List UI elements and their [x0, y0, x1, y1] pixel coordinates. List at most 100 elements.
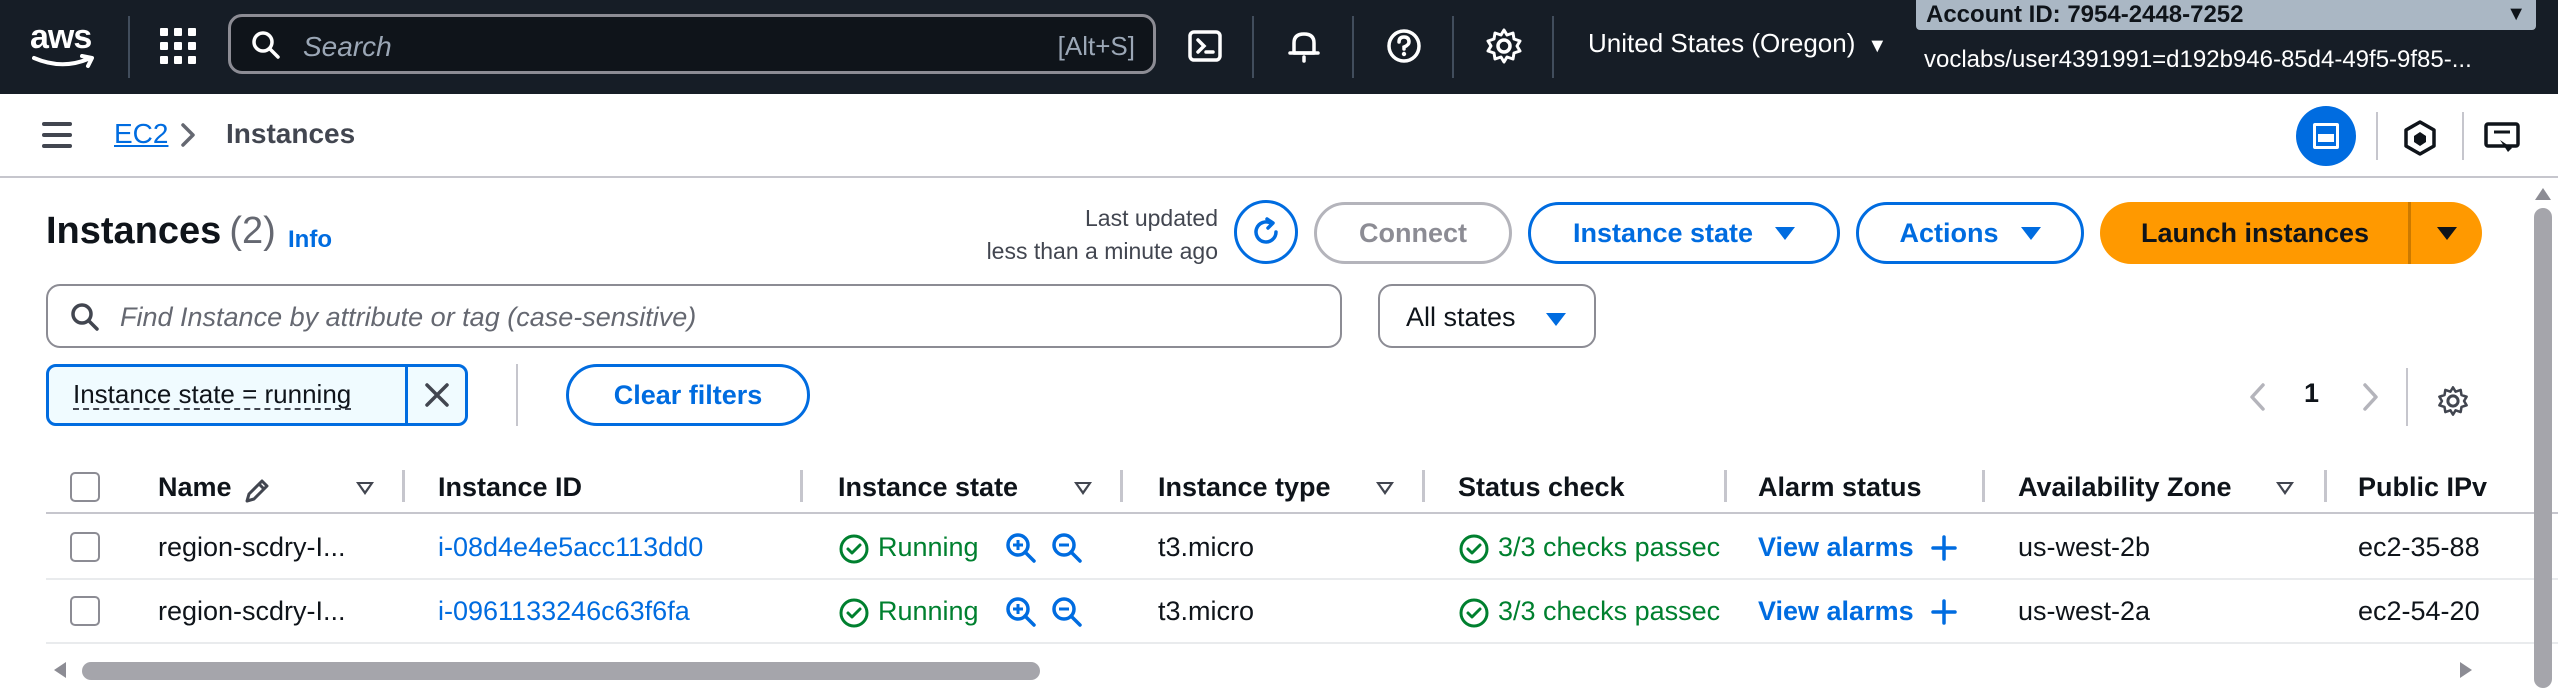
clear-filters-button[interactable]: Clear filters [566, 364, 810, 426]
cell-instance-id[interactable]: i-0961133246c63f6fa [438, 596, 690, 627]
select-all-checkbox[interactable] [70, 472, 100, 502]
edit-icon [245, 479, 269, 503]
column-resizer[interactable] [402, 470, 405, 502]
global-search-input[interactable]: Search [Alt+S] [228, 14, 1156, 74]
menu-icon[interactable] [42, 122, 72, 148]
check-circle-icon [1459, 534, 1489, 564]
launch-label: Launch instances [2140, 217, 2370, 248]
column-header-instance-type[interactable]: Instance type [1158, 472, 1331, 503]
table-row[interactable]: region-scdry-I... i-08d4e4e5acc113dd0 Ru… [46, 516, 2558, 580]
state-select[interactable]: All states [1378, 284, 1596, 348]
horizontal-scrollbar[interactable] [82, 662, 1040, 680]
row-checkbox[interactable] [70, 532, 100, 562]
page-title: Instances (2) [46, 210, 276, 253]
zoom-in-icon[interactable] [1004, 595, 1038, 629]
scroll-right-arrow[interactable] [2460, 662, 2472, 678]
filter-token-label[interactable]: Instance state = running [73, 380, 352, 410]
help-icon[interactable] [1384, 26, 1424, 66]
feedback-icon[interactable] [2482, 118, 2522, 158]
column-resizer[interactable] [1120, 470, 1123, 502]
split-panel-button[interactable] [2296, 106, 2356, 166]
table-header: Name Instance ID Instance state Instance… [46, 464, 2558, 514]
column-header-public-ip[interactable]: Public IPv [2358, 472, 2528, 503]
cell-status-check: 3/3 checks passec [1498, 532, 1720, 562]
vertical-scrollbar[interactable] [2534, 208, 2552, 688]
cell-name: region-scdry-I... [158, 532, 346, 562]
cell-availability-zone: us-west-2b [2018, 532, 2151, 562]
connect-button[interactable]: Connect [1314, 202, 1512, 264]
sort-icon[interactable] [1376, 482, 1394, 495]
column-resizer[interactable] [1422, 470, 1425, 502]
table-settings-icon[interactable] [2436, 384, 2470, 418]
column-header-name[interactable]: Name [158, 472, 232, 503]
info-link[interactable]: Info [288, 226, 332, 254]
refresh-button[interactable] [1234, 200, 1298, 264]
gear-icon[interactable] [1484, 26, 1524, 66]
plus-icon[interactable] [1930, 598, 1958, 626]
table-row[interactable]: region-scdry-I... i-0961133246c63f6fa Ru… [46, 580, 2558, 644]
actions-label: Actions [1899, 217, 1999, 248]
column-resizer[interactable] [1724, 470, 1727, 502]
scroll-left-arrow[interactable] [54, 662, 66, 678]
sort-icon[interactable] [1074, 482, 1092, 495]
launch-dropdown-button[interactable] [2408, 202, 2482, 264]
cell-instance-state: Running [878, 532, 979, 562]
actions-button[interactable]: Actions [1856, 202, 2084, 264]
hexagon-icon[interactable] [2400, 118, 2440, 158]
column-header-instance-id[interactable]: Instance ID [438, 472, 582, 503]
view-alarms-link[interactable]: View alarms [1758, 532, 1914, 563]
row-checkbox[interactable] [70, 596, 100, 626]
filter-placeholder: Find Instance by attribute or tag (case-… [120, 302, 697, 332]
grid-icon[interactable] [158, 26, 198, 66]
zoom-in-icon[interactable] [1004, 531, 1038, 565]
divider [516, 364, 518, 426]
column-header-status-check[interactable]: Status check [1458, 472, 1625, 503]
current-page[interactable]: 1 [2304, 378, 2319, 409]
breadcrumb-bar: EC2 Instances [0, 94, 2558, 178]
view-alarms-link[interactable]: View alarms [1758, 596, 1914, 627]
instance-filter-input[interactable]: Find Instance by attribute or tag (case-… [46, 284, 1342, 348]
connect-label: Connect [1359, 217, 1467, 248]
user-identity[interactable]: voclabs/user4391991=d192b946-85d4-49f5-9… [1924, 46, 2534, 74]
bell-icon[interactable] [1284, 26, 1324, 66]
last-updated: Last updated less than a minute ago [940, 202, 1218, 268]
plus-icon[interactable] [1930, 534, 1958, 562]
cell-instance-id[interactable]: i-08d4e4e5acc113dd0 [438, 532, 703, 563]
caret-down-icon: ▼ [2506, 3, 2526, 25]
breadcrumb-ec2-link[interactable]: EC2 [114, 118, 168, 150]
aws-smile-icon [32, 54, 94, 68]
close-icon[interactable] [421, 379, 453, 411]
last-updated-label: Last updated [1084, 205, 1218, 231]
check-circle-icon [839, 534, 869, 564]
sort-icon[interactable] [2276, 482, 2294, 495]
caret-down-icon [2020, 226, 2041, 240]
search-placeholder: Search [303, 31, 392, 62]
column-resizer[interactable] [800, 470, 803, 502]
cell-status-check: 3/3 checks passec [1498, 596, 1720, 626]
chevron-left-icon[interactable] [2248, 382, 2268, 412]
divider [405, 367, 408, 423]
scroll-up-arrow[interactable] [2535, 188, 2551, 200]
filter-token[interactable]: Instance state = running [46, 364, 468, 426]
region-selector[interactable]: United States (Oregon) ▼ [1588, 28, 1887, 59]
caret-down-icon [1546, 313, 1566, 326]
zoom-out-icon[interactable] [1050, 531, 1084, 565]
page-title-text: Instances [46, 210, 222, 252]
state-select-value: All states [1406, 302, 1516, 332]
chevron-right-icon[interactable] [2360, 382, 2380, 412]
account-menu[interactable]: Account ID: 7954-2448-7252 ▼ [1916, 0, 2536, 30]
column-header-instance-state[interactable]: Instance state [838, 472, 1018, 503]
aws-logo[interactable]: aws [30, 20, 100, 70]
column-resizer[interactable] [2324, 470, 2327, 502]
check-circle-icon [839, 598, 869, 628]
instance-state-button[interactable]: Instance state [1528, 202, 1840, 264]
cloudshell-icon[interactable] [1186, 26, 1226, 66]
sort-icon[interactable] [356, 482, 374, 495]
column-resizer[interactable] [1982, 470, 1985, 502]
launch-instances-button[interactable]: Launch instances [2100, 202, 2410, 264]
zoom-out-icon[interactable] [1050, 595, 1084, 629]
column-header-availability-zone[interactable]: Availability Zone [2018, 472, 2232, 503]
column-header-alarm-status[interactable]: Alarm status [1758, 472, 1922, 503]
clear-filters-label: Clear filters [613, 379, 763, 410]
instance-count: (2) [229, 210, 276, 252]
